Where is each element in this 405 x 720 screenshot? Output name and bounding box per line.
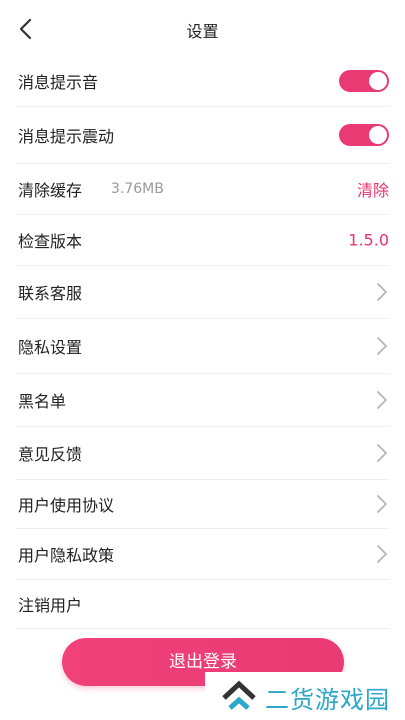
setting-label: 消息提示音 [18, 72, 99, 92]
chevron-right-icon [377, 283, 387, 301]
setting-row-blacklist[interactable]: 黑名单 [16, 374, 389, 427]
double-chevron-up-icon [222, 680, 256, 710]
page-title: 设置 [186, 22, 219, 41]
setting-label: 用户使用协议 [18, 496, 115, 515]
setting-row-check-version[interactable]: 检查版本 1.5.0 [16, 215, 389, 266]
chevron-right-icon [377, 444, 387, 462]
setting-label: 注销用户 [18, 596, 83, 615]
setting-row-message-vibrate: 消息提示震动 [16, 107, 389, 164]
setting-label: 联系客服 [18, 284, 83, 303]
setting-row-user-agreement[interactable]: 用户使用协议 [16, 480, 389, 529]
setting-row-clear-cache: 清除缓存 3.76MB 清除 [16, 164, 389, 215]
setting-row-privacy-settings[interactable]: 隐私设置 [16, 319, 389, 374]
setting-label: 检查版本 [18, 232, 83, 251]
setting-label: 意见反馈 [18, 445, 83, 464]
chevron-right-icon [377, 391, 387, 409]
watermark: 二货游戏园 [205, 672, 405, 720]
setting-row-contact-service[interactable]: 联系客服 [16, 266, 389, 319]
chevron-right-icon [377, 545, 387, 563]
chevron-right-icon [377, 495, 387, 513]
message-vibrate-toggle[interactable] [339, 124, 389, 146]
toggle-knob [369, 126, 387, 144]
setting-row-message-sound: 消息提示音 [16, 55, 389, 107]
setting-label: 消息提示震动 [18, 127, 115, 146]
header-bar: 设置 [0, 0, 405, 58]
setting-label: 清除缓存 [18, 181, 83, 200]
setting-label: 用户隐私政策 [18, 546, 115, 565]
setting-row-delete-account[interactable]: 注销用户 [16, 580, 389, 629]
setting-row-feedback[interactable]: 意见反馈 [16, 427, 389, 480]
version-number: 1.5.0 [348, 230, 389, 250]
watermark-text: 二货游戏园 [265, 686, 390, 714]
setting-label: 隐私设置 [18, 338, 83, 357]
setting-row-privacy-policy[interactable]: 用户隐私政策 [16, 529, 389, 580]
chevron-right-icon [377, 337, 387, 355]
clear-cache-button[interactable]: 清除 [357, 177, 389, 201]
toggle-knob [369, 71, 387, 90]
setting-label: 黑名单 [18, 392, 67, 411]
message-sound-toggle[interactable] [339, 69, 389, 92]
cache-size: 3.76MB [111, 181, 164, 197]
